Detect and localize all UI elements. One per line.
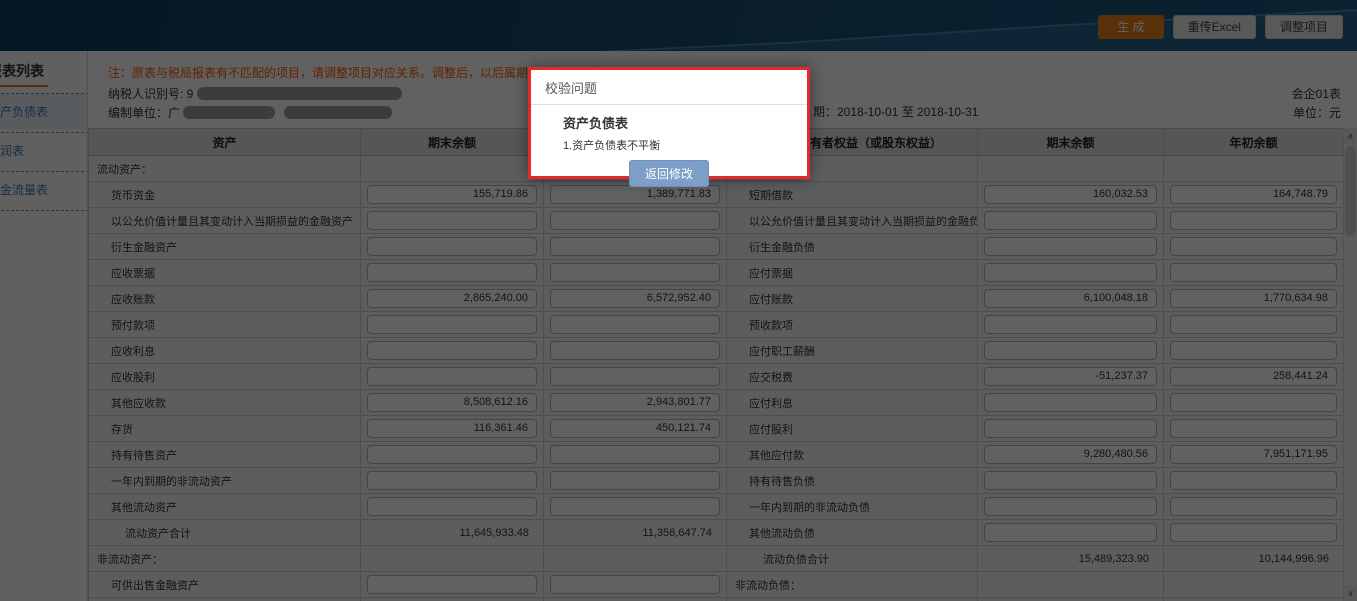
dialog-error-message: 1.资产负债表不平衡 bbox=[563, 140, 661, 152]
return-to-edit-button[interactable]: 返回修改 bbox=[628, 160, 709, 187]
dialog-divider bbox=[531, 104, 807, 105]
app-window: 生 成重传Excel调整项目 报表列表 资产负债表利润表现金流量表 注：原表与税… bbox=[0, 0, 1357, 601]
dialog-title: 校验问题 bbox=[545, 81, 598, 96]
dialog-report-name: 资产负债表 bbox=[563, 116, 629, 131]
validation-dialog: 校验问题 资产负债表 1.资产负债表不平衡 返回修改 bbox=[528, 67, 810, 187]
